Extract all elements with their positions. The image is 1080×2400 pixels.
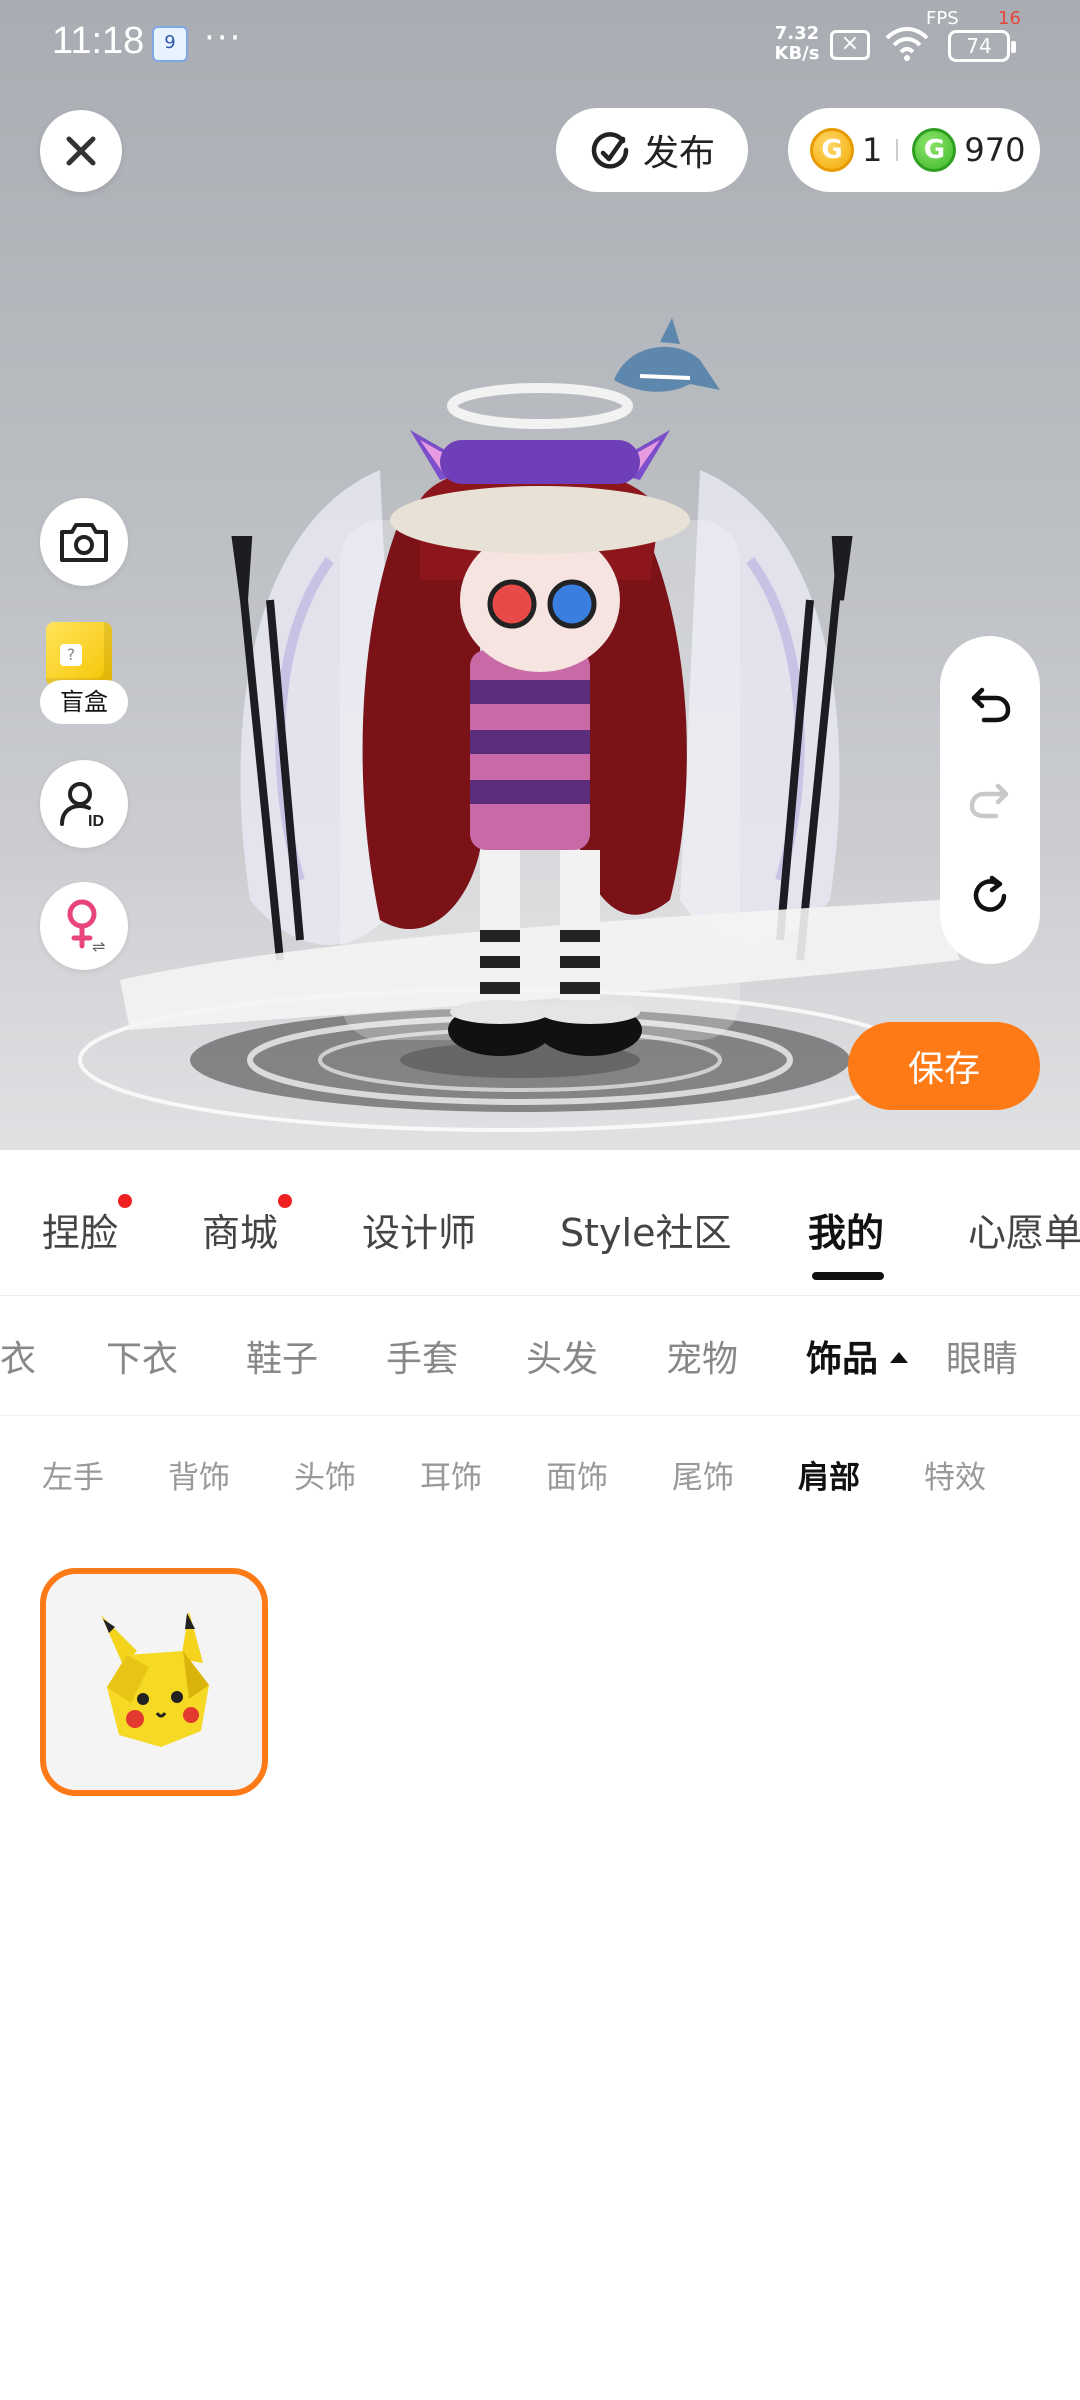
currency-divider — [896, 139, 899, 161]
active-tab-indicator — [812, 1272, 884, 1280]
female-gender-icon: ⇌ — [67, 899, 105, 956]
subtab-back[interactable]: 背饰 — [168, 1452, 230, 1497]
reset-icon[interactable] — [968, 874, 1012, 918]
tab-label: 我的 — [808, 1211, 885, 1255]
fps-value: 16 — [998, 8, 1021, 29]
notification-dot — [118, 1194, 133, 1208]
category-tab-bottoms[interactable]: 下衣 — [106, 1330, 178, 1382]
camera-icon — [60, 523, 108, 562]
currency-balance[interactable]: G 1 G 970 — [788, 108, 1040, 192]
history-controls — [940, 636, 1040, 964]
tab-mall[interactable]: 商城 — [202, 1194, 293, 1257]
network-speed-unit: KB/s — [774, 43, 820, 64]
green-coin-count: 970 — [964, 131, 1026, 169]
gender-switch-button[interactable]: ⇌ — [40, 882, 128, 970]
publish-icon — [591, 132, 629, 169]
category-tab-eyes[interactable]: 眼睛 — [946, 1330, 1018, 1382]
svg-text:ID: ID — [88, 813, 104, 830]
category-tab-shoes[interactable]: 鞋子 — [246, 1330, 318, 1382]
tab-label: Style社区 — [560, 1211, 732, 1255]
category-tab-label: 饰品 — [806, 1339, 879, 1380]
caret-up-icon — [890, 1351, 909, 1363]
camera-button[interactable] — [40, 498, 128, 586]
tab-label: 心愿单 — [968, 1211, 1080, 1255]
subtab-shoulder[interactable]: 肩部 — [798, 1452, 860, 1497]
category-tab-hair[interactable]: 头发 — [526, 1330, 598, 1382]
avatar-scene[interactable]: 11:18 9 ··· 7.32 KB/s × FPS 16 74 发布 G 1… — [0, 0, 1080, 1150]
pikachu-head-icon — [101, 1611, 209, 1747]
gold-coin-icon: G — [810, 128, 854, 172]
fps-label: FPS — [926, 8, 959, 29]
tab-label: 捏脸 — [42, 1211, 119, 1255]
subtab-head[interactable]: 头饰 — [294, 1452, 356, 1497]
notification-dot — [278, 1194, 293, 1208]
status-bar: 11:18 9 ··· 7.32 KB/s × FPS 16 74 — [0, 0, 1080, 90]
category-tab-pets[interactable]: 宠物 — [666, 1330, 738, 1382]
publish-button[interactable]: 发布 — [556, 108, 748, 192]
user-id-icon: ID — [60, 782, 104, 830]
tab-face[interactable]: 捏脸 — [42, 1194, 133, 1257]
undo-icon[interactable] — [968, 682, 1012, 726]
wifi-icon — [885, 27, 929, 61]
tab-mine[interactable]: 我的 — [808, 1202, 884, 1257]
notification-app-icon: 9 — [152, 26, 188, 62]
battery-icon: 74 — [948, 30, 1016, 62]
category-tab-bar: 上衣 下衣 鞋子 手套 头发 宠物 饰品 眼睛 — [0, 1296, 1080, 1416]
subtab-left-hand[interactable]: 左手 — [42, 1452, 104, 1497]
network-speed: 7.32 KB/s — [770, 24, 824, 64]
no-sim-icon: × — [830, 30, 870, 60]
subtab-face[interactable]: 面饰 — [546, 1452, 608, 1497]
blindbox-label: 盲盒 — [40, 680, 128, 724]
category-tab-accessories[interactable]: 饰品 — [806, 1330, 909, 1382]
close-icon — [66, 136, 96, 166]
gold-coin-count: 1 — [862, 131, 883, 169]
item-card-selected[interactable] — [40, 1568, 268, 1796]
main-tab-bar: 捏脸 商城 设计师 Style社区 我的 心愿单 — [0, 1150, 1080, 1296]
tab-designer[interactable]: 设计师 — [362, 1202, 476, 1257]
redo-icon[interactable] — [968, 778, 1012, 822]
avatar-id-button[interactable]: ID — [40, 760, 128, 848]
network-speed-value: 7.32 — [774, 23, 820, 44]
blindbox-icon: ? — [46, 622, 112, 686]
svg-text:⇌: ⇌ — [92, 937, 105, 956]
publish-label: 发布 — [642, 133, 715, 174]
save-button[interactable]: 保存 — [848, 1022, 1040, 1110]
category-tab-tops[interactable]: 上衣 — [0, 1330, 36, 1382]
subcategory-tab-bar: 左手 背饰 头饰 耳饰 面饰 尾饰 肩部 特效 — [0, 1416, 1080, 1526]
more-notifications-icon: ··· — [204, 18, 243, 58]
tab-label: 商城 — [202, 1211, 279, 1255]
close-button[interactable] — [40, 110, 122, 192]
tab-label: 设计师 — [362, 1211, 477, 1255]
blindbox-button[interactable]: ? 盲盒 — [40, 622, 128, 732]
category-tab-gloves[interactable]: 手套 — [386, 1330, 458, 1382]
status-time: 11:18 — [52, 20, 145, 62]
subtab-tail[interactable]: 尾饰 — [672, 1452, 734, 1497]
tab-wishlist[interactable]: 心愿单 — [968, 1202, 1080, 1257]
tab-style-community[interactable]: Style社区 — [560, 1202, 731, 1257]
green-coin-icon: G — [912, 128, 957, 172]
subtab-effects[interactable]: 特效 — [924, 1452, 986, 1497]
subtab-ear[interactable]: 耳饰 — [420, 1452, 482, 1497]
